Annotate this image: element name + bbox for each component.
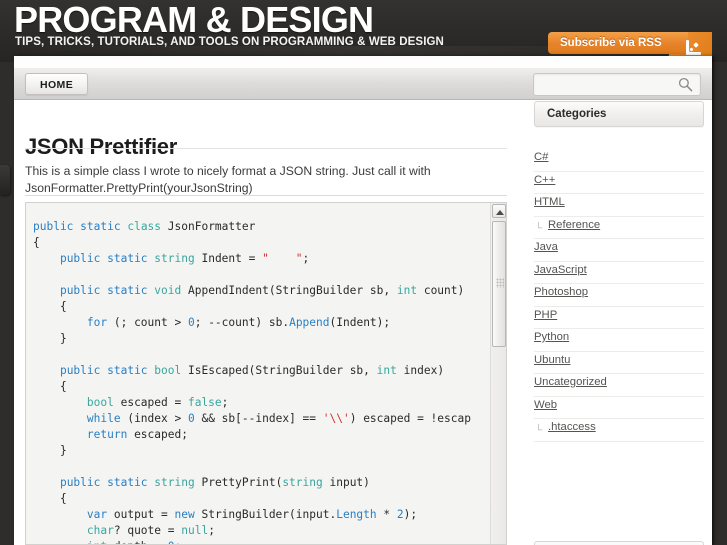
category-item[interactable]: Uncategorized (534, 374, 704, 397)
site-title: PROGRAM & DESIGN (14, 0, 374, 40)
subcategory-marker-icon: └ (535, 222, 543, 234)
category-item[interactable]: Ubuntu (534, 352, 704, 374)
content-divider (25, 195, 507, 196)
category-item[interactable]: C++ (534, 172, 704, 194)
search-icon[interactable] (678, 77, 693, 92)
tags-widget: Tags background blog blur c# cpanel cut … (526, 541, 712, 545)
search-box[interactable] (533, 73, 701, 96)
site-tagline: TIPS, TRICKS, TUTORIALS, AND TOOLS ON PR… (15, 36, 444, 48)
category-item[interactable]: PHP (534, 307, 704, 329)
category-item[interactable]: └ .htaccess (534, 419, 704, 442)
triangle-up-icon (496, 210, 504, 215)
category-item[interactable]: Python (534, 329, 704, 352)
category-item[interactable]: Java (534, 239, 704, 262)
sheet-right-edge (712, 56, 715, 545)
category-link[interactable]: HTML (534, 196, 565, 208)
nav-item-home[interactable]: HOME (25, 73, 89, 95)
category-item[interactable]: C# (534, 149, 704, 172)
rss-feed-icon (685, 36, 705, 56)
main-content: JSON Prettifier This is a simple class I… (14, 101, 525, 545)
code-block[interactable]: public static class JsonFormatter { publ… (25, 202, 507, 545)
scrollbar-thumb[interactable] (492, 221, 506, 347)
category-link[interactable]: Photoshop (534, 286, 588, 298)
category-link[interactable]: PHP (534, 309, 557, 321)
page-title: JSON Prettifier (25, 133, 177, 159)
tags-widget-title: Tags (534, 541, 704, 545)
categories-widget-title: Categories (534, 101, 704, 127)
scrollbar-grip-icon (496, 278, 504, 288)
left-gutter (0, 62, 14, 545)
page-root: PROGRAM & DESIGN TIPS, TRICKS, TUTORIALS… (0, 0, 727, 545)
subcategory-marker-icon: └ (535, 425, 543, 436)
category-link[interactable]: .htaccess (548, 421, 596, 433)
category-link[interactable]: C# (534, 151, 548, 163)
category-item[interactable]: Web (534, 397, 704, 419)
sheet-top-shade (14, 56, 712, 66)
category-link[interactable]: Reference (548, 219, 600, 231)
category-link[interactable]: Java (534, 241, 558, 253)
category-link[interactable]: Python (534, 331, 569, 343)
rss-subscribe-button[interactable]: Subscribe via RSS (548, 32, 688, 54)
primary-navbar: HOME (14, 67, 712, 100)
post-intro-text: This is a simple class I wrote to nicely… (25, 164, 431, 196)
code-scrollbar[interactable] (490, 203, 506, 544)
code-text: public static class JsonFormatter { publ… (33, 220, 471, 544)
category-link[interactable]: C++ (534, 174, 555, 186)
title-divider (25, 148, 507, 149)
scroll-up-button[interactable] (492, 204, 506, 218)
search-input[interactable] (534, 74, 674, 95)
category-link[interactable]: JavaScript (534, 264, 587, 276)
category-item[interactable]: └ Reference (534, 217, 704, 239)
share-tab-handle[interactable] (0, 165, 10, 195)
category-item[interactable]: HTML (534, 194, 704, 217)
sidebar: Categories C# C++ HTML └ Reference Java JavaSc… (526, 101, 712, 545)
category-item[interactable]: Photoshop (534, 284, 704, 307)
category-link[interactable]: Uncategorized (534, 376, 607, 388)
categories-list: C# C++ HTML └ Reference Java JavaScript Photosh… (526, 149, 712, 442)
category-link[interactable]: Web (534, 399, 557, 411)
category-link[interactable]: Ubuntu (534, 354, 570, 366)
category-item[interactable]: JavaScript (534, 262, 704, 284)
site-masthead: PROGRAM & DESIGN TIPS, TRICKS, TUTORIALS… (0, 0, 727, 62)
